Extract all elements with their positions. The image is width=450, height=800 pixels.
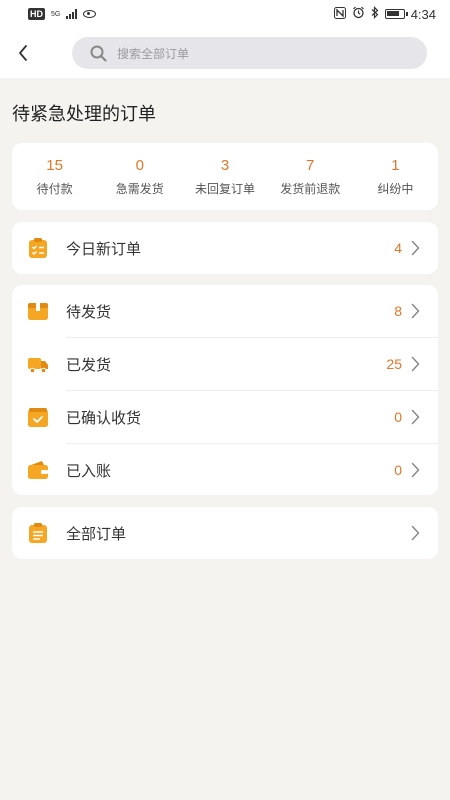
stat-value: 0	[135, 157, 144, 174]
confirmed-received-row[interactable]: 已确认收货 0	[12, 391, 438, 443]
chevron-left-icon	[19, 45, 27, 61]
chevron-right-icon	[411, 240, 420, 256]
stat-label: 纠纷中	[377, 182, 414, 196]
alarm-icon	[352, 6, 365, 22]
row-label: 已发货	[66, 356, 112, 374]
stat-value: 7	[306, 157, 315, 174]
stat-label: 发货前退款	[280, 182, 341, 196]
nfc-icon	[333, 6, 346, 22]
row-count: 0	[394, 462, 402, 478]
truck-icon	[28, 358, 48, 374]
box-icon	[28, 303, 48, 320]
row-label: 全部订单	[66, 525, 127, 543]
stat-value: 1	[391, 157, 400, 174]
row-count: 4	[394, 240, 402, 256]
all-orders-row[interactable]: 全部订单	[12, 507, 438, 559]
row-label: 已确认收货	[66, 409, 142, 427]
pending-shipment-row[interactable]: 待发货 8	[12, 285, 438, 337]
row-label: 待发货	[66, 303, 112, 321]
row-label: 今日新订单	[66, 240, 142, 258]
chevron-right-icon	[411, 409, 420, 425]
search-bar[interactable]: 搜索全部订单	[72, 37, 427, 69]
stat-urgent-shipping[interactable]: 0 急需发货	[97, 143, 182, 210]
status-left: HD 5G	[28, 8, 97, 20]
stat-pending-payment[interactable]: 15 待付款	[12, 143, 97, 210]
status-bar: HD 5G 4:34	[0, 0, 450, 28]
chevron-right-icon	[411, 525, 420, 541]
section-title: 待紧急处理的订单	[12, 104, 156, 124]
wallet-icon	[28, 461, 48, 479]
signal-icon	[66, 9, 78, 19]
all-orders-card: 全部订单	[12, 507, 438, 559]
row-label: 已入账	[66, 462, 112, 480]
battery-icon	[384, 9, 408, 19]
credited-row[interactable]: 已入账 0	[12, 444, 438, 496]
clock-time: 4:34	[410, 6, 436, 22]
row-count: 0	[394, 409, 402, 425]
back-button[interactable]	[2, 28, 44, 78]
stat-value: 3	[220, 157, 230, 174]
order-list-icon	[29, 523, 47, 543]
stat-unreplied[interactable]: 3 未回复订单	[182, 143, 267, 210]
stat-value: 15	[46, 157, 63, 174]
row-count: 25	[386, 356, 402, 372]
stat-label: 急需发货	[115, 182, 164, 196]
chevron-right-icon	[411, 462, 420, 478]
eye-icon	[83, 10, 97, 18]
hd-icon: HD	[28, 8, 45, 20]
bluetooth-icon	[371, 6, 379, 22]
stat-label: 未回复订单	[195, 182, 256, 196]
network-label: 5G	[51, 10, 61, 18]
search-placeholder: 搜索全部订单	[117, 46, 190, 61]
urgent-stats-card: 15 待付款 0 急需发货 3 未回复订单 7 发货前退款 1 纠纷中	[12, 143, 438, 210]
received-box-icon	[28, 408, 48, 427]
chevron-right-icon	[411, 303, 420, 319]
clipboard-check-icon	[29, 238, 47, 258]
row-count: 8	[394, 303, 402, 319]
top-bar: 搜索全部订单	[0, 28, 450, 78]
today-new-orders-row[interactable]: 今日新订单 4	[12, 222, 438, 274]
today-orders-card: 今日新订单 4	[12, 222, 438, 274]
stat-refund-before-shipping[interactable]: 7 发货前退款	[268, 143, 353, 210]
chevron-right-icon	[411, 356, 420, 372]
search-icon	[90, 45, 107, 62]
stat-label: 待付款	[36, 182, 73, 196]
stat-dispute[interactable]: 1 纠纷中	[353, 143, 438, 210]
status-right: 4:34	[333, 6, 436, 22]
order-status-card: 待发货 8 已发货 25 已确认收货 0 已入账 0	[12, 285, 438, 495]
shipped-row[interactable]: 已发货 25	[12, 338, 438, 390]
